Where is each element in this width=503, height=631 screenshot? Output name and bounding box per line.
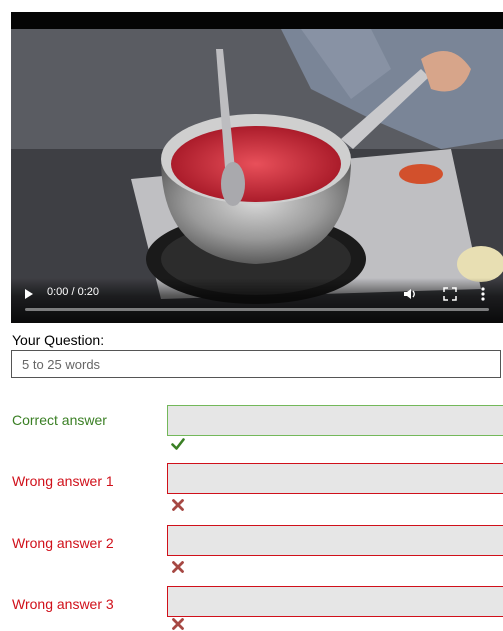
question-label: Your Question:: [12, 332, 105, 348]
check-icon: [171, 438, 185, 450]
wrong-answer-3-input[interactable]: [167, 586, 503, 617]
video-controls: 0:00 / 0:20: [11, 278, 503, 323]
video-progress-bar[interactable]: [25, 308, 489, 311]
wrong-answer-2-label: Wrong answer 2: [12, 535, 114, 551]
cross-icon: [172, 561, 184, 573]
video-top-bar: [11, 12, 503, 29]
wrong-answer-1-label: Wrong answer 1: [12, 473, 114, 489]
cross-icon: [172, 499, 184, 511]
cross-icon: [172, 618, 184, 630]
correct-answer-label: Correct answer: [12, 412, 107, 428]
wrong-answer-3-label: Wrong answer 3: [12, 596, 114, 612]
question-input[interactable]: [11, 350, 501, 378]
video-player[interactable]: 0:00 / 0:20: [11, 12, 503, 323]
fullscreen-icon[interactable]: [443, 287, 457, 301]
correct-answer-input[interactable]: [167, 405, 503, 436]
video-time: 0:00 / 0:20: [47, 286, 99, 298]
more-options-icon[interactable]: [479, 286, 487, 302]
wrong-answer-1-input[interactable]: [167, 463, 503, 494]
play-icon[interactable]: [25, 289, 33, 299]
volume-icon[interactable]: [403, 287, 417, 301]
wrong-answer-2-input[interactable]: [167, 525, 503, 556]
